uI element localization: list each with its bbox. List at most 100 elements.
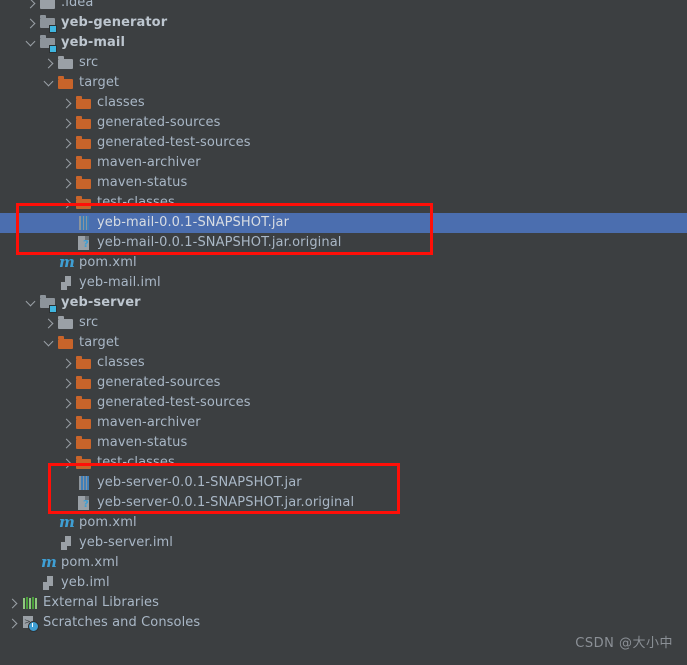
chevron-down-icon[interactable]: [44, 338, 55, 349]
unknown-icon: ?: [76, 235, 92, 251]
tree-row[interactable]: target: [0, 73, 687, 93]
chevron-right-icon[interactable]: [8, 618, 19, 629]
chevron-right-icon[interactable]: [44, 58, 55, 69]
tree-row-label: yeb-mail-0.0.1-SNAPSHOT.jar: [97, 215, 290, 230]
chevron-down-icon[interactable]: [26, 38, 37, 49]
tree-row-label: yeb-generator: [61, 15, 168, 30]
chevron-right-icon[interactable]: [62, 358, 73, 369]
tree-row-label: yeb-server-0.0.1-SNAPSHOT.jar.original: [97, 495, 355, 510]
tree-row-label: target: [79, 75, 120, 90]
tree-row-label: yeb-server-0.0.1-SNAPSHOT.jar: [97, 475, 302, 490]
maven-icon: [58, 253, 75, 271]
tree-row[interactable]: maven-archiver: [0, 153, 687, 173]
chevron-right-icon[interactable]: [62, 138, 73, 149]
tree-row[interactable]: yeb-mail-0.0.1-SNAPSHOT.jar: [0, 213, 687, 233]
tree-row[interactable]: pom.xml: [0, 253, 687, 273]
module-icon: [40, 295, 57, 313]
tree-row[interactable]: generated-sources: [0, 113, 687, 133]
tree-row[interactable]: yeb-mail.iml: [0, 273, 687, 293]
tree-row[interactable]: pom.xml: [0, 513, 687, 533]
tree-row[interactable]: maven-status: [0, 173, 687, 193]
chevron-right-icon[interactable]: [62, 378, 73, 389]
tree-row[interactable]: classes: [0, 93, 687, 113]
tree-row-label: pom.xml: [79, 515, 137, 530]
chevron-right-icon[interactable]: [26, 0, 37, 9]
tree-row[interactable]: yeb-generator: [0, 13, 687, 33]
tree-row[interactable]: yeb-server: [0, 293, 687, 313]
jar-icon: [76, 215, 92, 231]
tree-row-label: External Libraries: [43, 595, 160, 610]
tree-row[interactable]: yeb-mail: [0, 33, 687, 53]
folder-orange-icon: [76, 175, 92, 191]
chevron-down-icon[interactable]: [44, 78, 55, 89]
chevron-down-icon[interactable]: [26, 298, 37, 309]
chevron-right-icon[interactable]: [44, 318, 55, 329]
folder-grey-icon: [40, 0, 56, 11]
chevron-right-icon[interactable]: [62, 98, 73, 109]
folder-orange-icon: [76, 395, 92, 411]
folder-orange-icon: [76, 155, 92, 171]
chevron-right-icon[interactable]: [8, 598, 19, 609]
chevron-right-icon[interactable]: [62, 118, 73, 129]
tree-row[interactable]: src: [0, 313, 687, 333]
csdn-watermark: CSDN @大小中: [575, 636, 673, 651]
tree-row[interactable]: ? yeb-server-0.0.1-SNAPSHOT.jar.original: [0, 493, 687, 513]
folder-grey-icon: [58, 315, 74, 331]
chevron-right-icon[interactable]: [62, 198, 73, 209]
tree-row[interactable]: classes: [0, 353, 687, 373]
chevron-right-icon[interactable]: [26, 18, 37, 29]
module-icon: [40, 15, 57, 33]
tree-row[interactable]: src: [0, 53, 687, 73]
no-chevron-spacer: [26, 558, 37, 569]
tree-row[interactable]: generated-test-sources: [0, 393, 687, 413]
tree-row-label: classes: [97, 95, 145, 110]
tree-row[interactable]: ? yeb-mail-0.0.1-SNAPSHOT.jar.original: [0, 233, 687, 253]
iml-icon: [40, 575, 56, 591]
folder-orange-icon: [76, 195, 92, 211]
tree-row-label: generated-sources: [97, 115, 221, 130]
tree-row[interactable]: yeb-server.iml: [0, 533, 687, 553]
tree-row-label: yeb-server.iml: [79, 535, 174, 550]
folder-orange-icon: [76, 435, 92, 451]
folder-orange-icon: [76, 355, 92, 371]
no-chevron-spacer: [62, 498, 73, 509]
folder-orange-icon: [58, 75, 74, 91]
no-chevron-spacer: [44, 278, 55, 289]
tree-row[interactable]: test-classes: [0, 193, 687, 213]
chevron-right-icon[interactable]: [62, 158, 73, 169]
tree-row[interactable]: .idea: [0, 0, 687, 13]
tree-row[interactable]: External Libraries: [0, 593, 687, 613]
chevron-right-icon[interactable]: [62, 458, 73, 469]
tree-row-label: pom.xml: [61, 555, 119, 570]
no-chevron-spacer: [62, 238, 73, 249]
tree-row-label: yeb-mail: [61, 35, 126, 50]
tree-row[interactable]: maven-status: [0, 433, 687, 453]
tree-row[interactable]: maven-archiver: [0, 413, 687, 433]
tree-row-label: generated-test-sources: [97, 135, 251, 150]
no-chevron-spacer: [44, 538, 55, 549]
tree-row[interactable]: > Scratches and Consoles: [0, 613, 687, 633]
tree-row-label: maven-archiver: [97, 415, 201, 430]
tree-row-label: maven-status: [97, 435, 188, 450]
tree-row[interactable]: generated-sources: [0, 373, 687, 393]
project-tree[interactable]: .idea yeb-generator yeb-mail src target class…: [0, 0, 687, 665]
no-chevron-spacer: [26, 578, 37, 589]
tree-row-label: generated-sources: [97, 375, 221, 390]
chevron-right-icon[interactable]: [62, 438, 73, 449]
tree-row[interactable]: target: [0, 333, 687, 353]
folder-orange-icon: [76, 135, 92, 151]
no-chevron-spacer: [44, 258, 55, 269]
tree-row[interactable]: test-classes: [0, 453, 687, 473]
maven-icon: [40, 553, 57, 571]
chevron-right-icon[interactable]: [62, 398, 73, 409]
folder-orange-icon: [76, 115, 92, 131]
folder-orange-icon: [58, 335, 74, 351]
tree-row[interactable]: generated-test-sources: [0, 133, 687, 153]
chevron-right-icon[interactable]: [62, 418, 73, 429]
chevron-right-icon[interactable]: [62, 178, 73, 189]
tree-row-label: Scratches and Consoles: [43, 615, 201, 630]
tree-row[interactable]: yeb.iml: [0, 573, 687, 593]
tree-row-label: test-classes: [97, 195, 175, 210]
tree-row[interactable]: yeb-server-0.0.1-SNAPSHOT.jar: [0, 473, 687, 493]
tree-row[interactable]: pom.xml: [0, 553, 687, 573]
